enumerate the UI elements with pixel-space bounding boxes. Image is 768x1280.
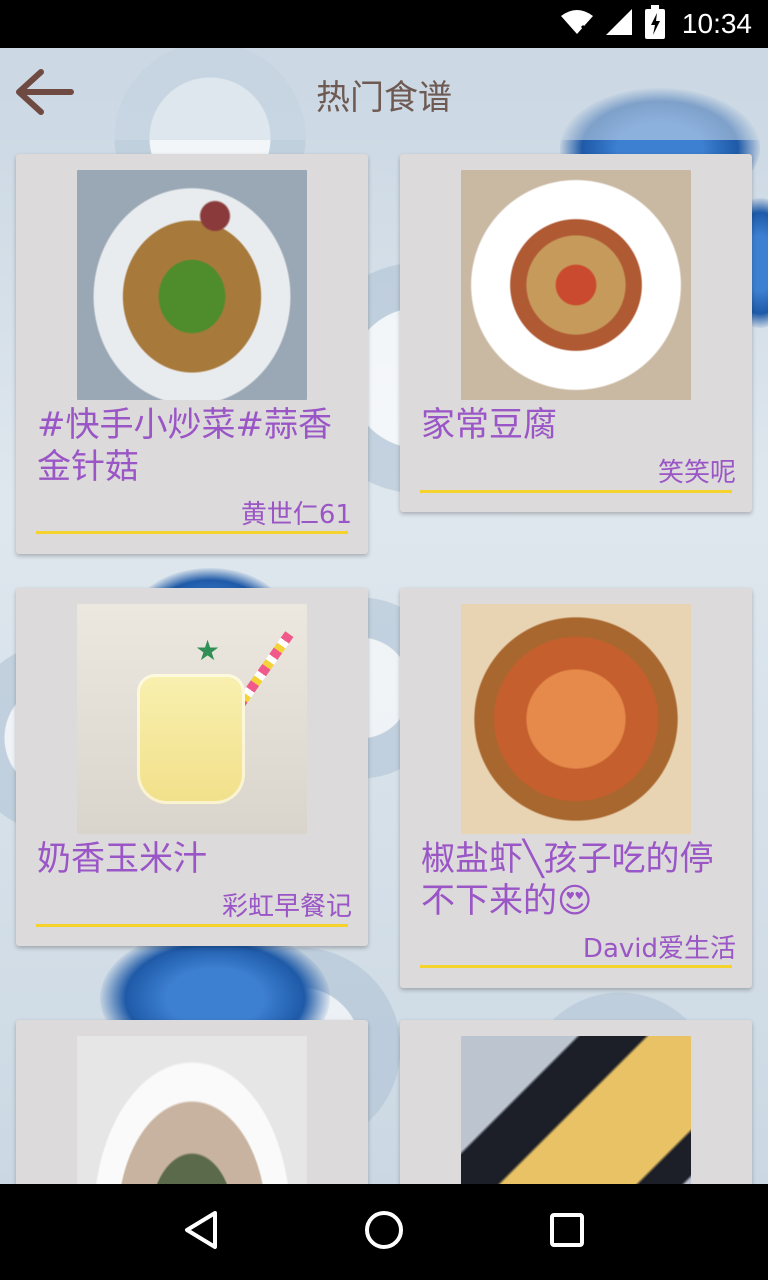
toolbar: 热门食谱 — [0, 48, 768, 140]
recipe-author: 笑笑呢 — [657, 458, 736, 488]
recipe-grid[interactable]: #快手小炒菜#蒜香金针菇 黄世仁61 家常豆腐 笑笑呢 ★ 奶香玉米汁 彩虹早餐… — [0, 140, 768, 1184]
recipe-thumbnail[interactable]: ★ — [77, 604, 307, 834]
recipe-card[interactable] — [16, 1020, 368, 1184]
recipe-card[interactable] — [400, 1020, 752, 1184]
recipe-author: 彩虹早餐记 — [221, 892, 352, 922]
recipe-title: 奶香玉米汁 — [37, 839, 207, 879]
recipe-thumbnail[interactable] — [461, 170, 691, 400]
nav-recents-button[interactable] — [537, 1202, 597, 1262]
square-recents-icon — [548, 1211, 586, 1253]
glass-decoration — [137, 674, 245, 804]
recipe-title: 家常豆腐 — [421, 405, 557, 445]
recipe-title: 椒盐虾╲孩子吃的停不下来的😍 — [421, 839, 714, 921]
recipe-author: 黄世仁61 — [240, 500, 352, 530]
status-time: 10:34 — [681, 8, 752, 39]
recipe-author: David爱生活 — [582, 934, 736, 964]
nav-back-button[interactable] — [171, 1202, 231, 1262]
recipe-thumbnail[interactable] — [77, 170, 307, 400]
nav-home-button[interactable] — [354, 1202, 414, 1262]
wifi-icon — [560, 8, 594, 40]
recipe-card[interactable]: #快手小炒菜#蒜香金针菇 黄世仁61 — [16, 154, 368, 554]
divider — [36, 531, 348, 534]
recipe-title: #快手小炒菜#蒜香金针菇 — [37, 405, 332, 487]
triangle-back-icon — [181, 1209, 221, 1255]
status-bar: 10:34 — [0, 0, 768, 48]
page-title: 热门食谱 — [316, 78, 452, 118]
recipe-thumbnail[interactable] — [461, 604, 691, 834]
battery-icon — [644, 5, 666, 43]
recipe-card[interactable]: ★ 奶香玉米汁 彩虹早餐记 — [16, 588, 368, 946]
divider — [420, 490, 732, 493]
signal-icon — [604, 7, 634, 41]
star-icon: ★ — [195, 634, 221, 667]
navigation-bar — [0, 1184, 768, 1280]
recipe-card[interactable]: 椒盐虾╲孩子吃的停不下来的😍 David爱生活 — [400, 588, 752, 988]
divider — [36, 924, 348, 927]
recipe-thumbnail[interactable] — [77, 1036, 307, 1184]
divider — [420, 965, 732, 968]
recipe-card[interactable]: 家常豆腐 笑笑呢 — [400, 154, 752, 512]
recipe-thumbnail[interactable] — [461, 1036, 691, 1184]
circle-home-icon — [363, 1209, 405, 1255]
